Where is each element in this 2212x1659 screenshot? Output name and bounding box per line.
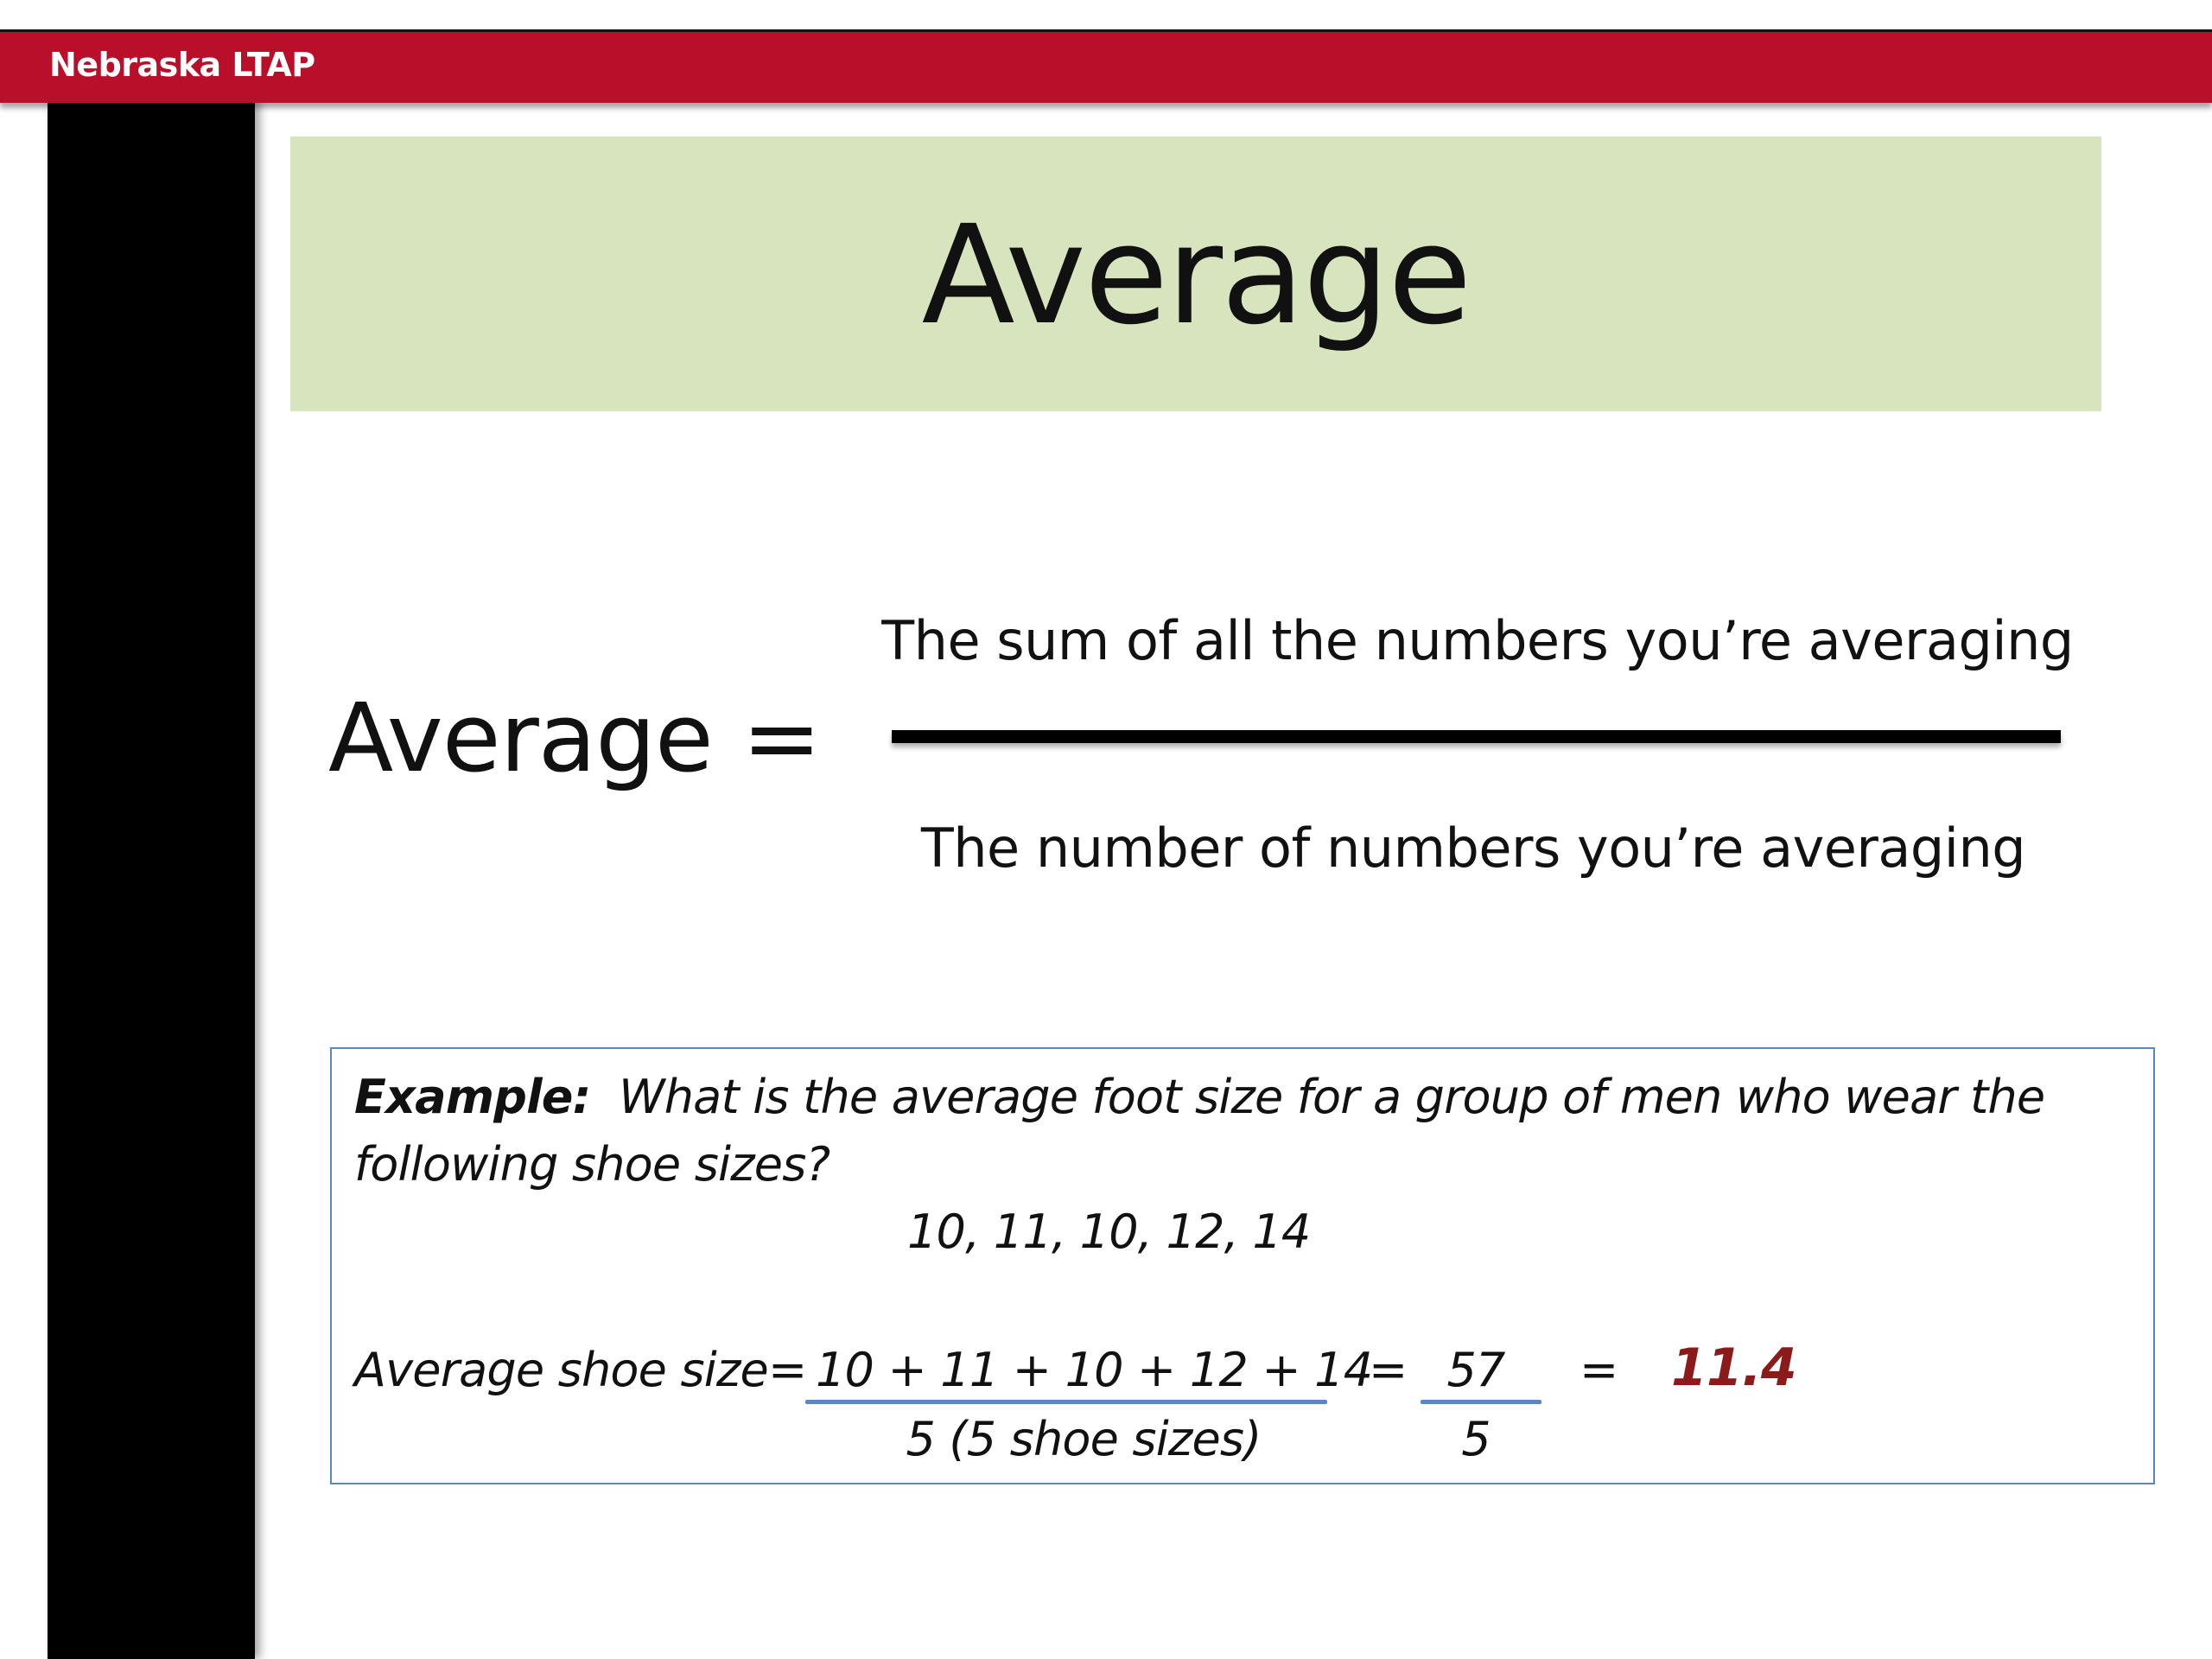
example-divisor-result: 5 — [1461, 1412, 1491, 1466]
example-question-line2: following shoe sizes? — [354, 1137, 830, 1192]
formula-lhs: Average = — [328, 683, 822, 793]
example-divisor-expression: 5 (5 shoe sizes) — [906, 1412, 1262, 1466]
example-equals-1: = — [1369, 1343, 1408, 1397]
example-average-label: Average shoe size= — [354, 1343, 807, 1397]
example-sum-expression: 10 + 11 + 10 + 12 + 14 — [816, 1343, 1373, 1397]
example-equals-2: = — [1580, 1343, 1618, 1397]
title-box: Average — [290, 137, 2101, 411]
example-box: Example: What is the average foot size f… — [330, 1047, 2155, 1484]
example-result-fraction-bar — [1421, 1400, 1541, 1404]
example-sum-fraction-bar — [805, 1400, 1327, 1404]
slide-title: Average — [921, 196, 1472, 355]
formula-numerator: The sum of all the numbers you’re averag… — [881, 609, 2074, 672]
example-question-line1: Example: What is the average foot size f… — [354, 1070, 2045, 1124]
example-sum-result: 57 — [1446, 1343, 1505, 1397]
org-name: Nebraska LTAP — [49, 46, 315, 84]
formula-denominator: The number of numbers you’re averaging — [920, 817, 2026, 880]
example-values: 10, 11, 10, 12, 14 — [907, 1205, 1311, 1259]
example-label: Example: — [354, 1070, 591, 1124]
example-question-text: What is the average foot size for a grou… — [619, 1070, 2045, 1124]
formula-fraction-bar — [892, 730, 2061, 743]
header-bar: Nebraska LTAP — [0, 29, 2212, 103]
left-decorative-band — [48, 100, 255, 1659]
slide-page: Nebraska LTAP Average Average = The sum … — [0, 0, 2212, 1659]
example-final-result: 11.4 — [1671, 1338, 1797, 1398]
